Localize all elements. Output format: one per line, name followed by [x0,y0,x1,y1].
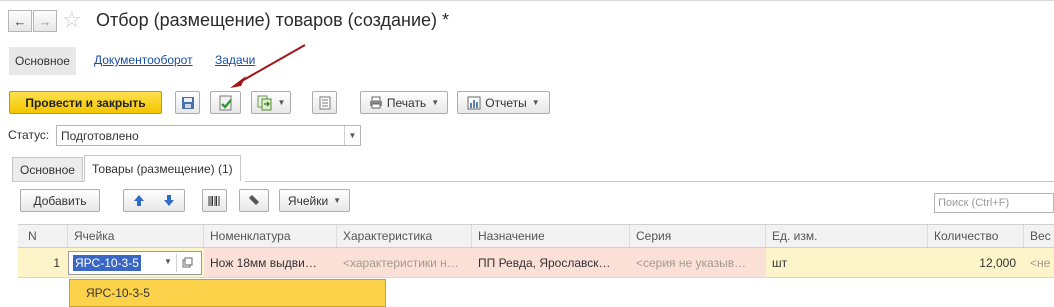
status-select[interactable]: Подготовлено ▼ [56,125,361,146]
page-title: Отбор (размещение) товаров (создание) * [96,10,450,30]
annotation-arrow [230,44,306,88]
forward-button[interactable]: → [33,10,57,32]
create-based-on-icon [257,95,272,110]
chevron-down-icon: ▼ [531,98,540,107]
chevron-down-icon: ▼ [333,196,342,205]
cell-editor-input[interactable]: ЯРС-10-3-5 ▼ [68,251,202,275]
reports-label: Отчеты [485,95,527,110]
item-cell[interactable]: Нож 18мм выдви… [204,248,337,277]
column-header-unit[interactable]: Ед. изм. [766,225,928,247]
weight-cell[interactable]: <не [1024,248,1054,277]
chevron-down-icon[interactable]: ▼ [344,126,360,145]
print-label: Печать [386,95,427,110]
nav-main[interactable]: Основное [9,47,76,75]
column-header-series[interactable]: Серия [630,225,766,247]
nav-main-label: Основное [15,54,70,68]
table-header: N Ячейка Номенклатура Характеристика Наз… [18,224,1054,248]
cell-editor-selected-text: ЯРС-10-3-5 [73,255,141,271]
reports-icon [467,96,481,109]
status-value: Подготовлено [61,128,139,143]
characteristic-cell[interactable]: <характеристики н… [337,248,472,277]
chevron-down-icon[interactable]: ▼ [164,257,172,266]
arrow-right-icon: → [38,13,52,29]
open-icon[interactable] [182,257,193,268]
tab-goods-placement-label: Товары (размещение) (1) [92,161,233,176]
tab-divider [12,181,84,182]
favorite-star-icon[interactable]: ☆ [62,7,82,33]
series-cell[interactable]: <серия не указыв… [630,248,766,277]
create-based-on-button[interactable]: ▼ [251,91,291,114]
document-structure-icon [319,96,330,109]
printer-icon [369,96,382,109]
window-top-border [0,0,1054,1]
chevron-down-icon: ▼ [431,98,440,107]
search-input[interactable]: Поиск (Ctrl+F) [934,193,1054,213]
arrow-up-icon [134,195,144,206]
column-header-purpose[interactable]: Назначение [472,225,630,247]
autocomplete-option-label: ЯРС-10-3-5 [86,286,150,300]
reports-menu-button[interactable]: Отчеты ▼ [457,91,550,114]
barcode-button[interactable] [202,189,227,212]
nav-document-flow-link[interactable]: Документооборот [94,53,193,67]
move-up-button[interactable] [133,194,145,207]
row-number: 1 [53,255,60,270]
scan-data-button[interactable] [239,189,269,212]
autocomplete-option[interactable]: ЯРС-10-3-5 [69,279,386,307]
add-row-button[interactable]: Добавить [20,189,100,212]
status-label: Статус: [8,128,50,142]
post-and-close-button[interactable]: Провести и закрыть [9,91,162,114]
column-header-n[interactable]: N [18,225,68,247]
tab-divider [245,181,1054,182]
scanner-icon [248,194,259,205]
column-header-cell[interactable]: Ячейка [68,225,204,247]
arrow-left-icon: ← [13,13,27,29]
column-header-weight[interactable]: Вес [1024,225,1054,247]
print-menu-button[interactable]: Печать ▼ [360,91,448,114]
tab-main-label: Основное [20,162,75,177]
editor-divider [176,254,177,272]
tab-main[interactable]: Основное [12,157,83,181]
quantity-cell[interactable]: 12,000 [928,248,1024,277]
cells-menu-label: Ячейки [287,193,329,208]
purpose-cell[interactable]: ПП Ревда, Ярославск… [472,248,630,277]
back-button[interactable]: ← [8,10,32,32]
save-button[interactable] [175,91,200,114]
column-header-characteristic[interactable]: Характеристика [337,225,472,247]
arrow-down-icon [164,195,174,206]
post-document-button[interactable] [210,91,241,114]
move-buttons [123,189,185,212]
column-header-item[interactable]: Номенклатура [204,225,337,247]
barcode-icon [208,195,220,206]
document-structure-button[interactable] [312,91,337,114]
chevron-down-icon: ▼ [277,98,286,107]
save-icon [181,96,194,109]
cells-menu-button[interactable]: Ячейки ▼ [279,189,350,212]
post-document-icon [219,95,232,110]
unit-cell[interactable]: шт [766,248,928,277]
column-header-quantity[interactable]: Количество [928,225,1024,247]
move-down-button[interactable] [163,194,175,207]
tab-goods-placement[interactable]: Товары (размещение) (1) [84,155,241,181]
